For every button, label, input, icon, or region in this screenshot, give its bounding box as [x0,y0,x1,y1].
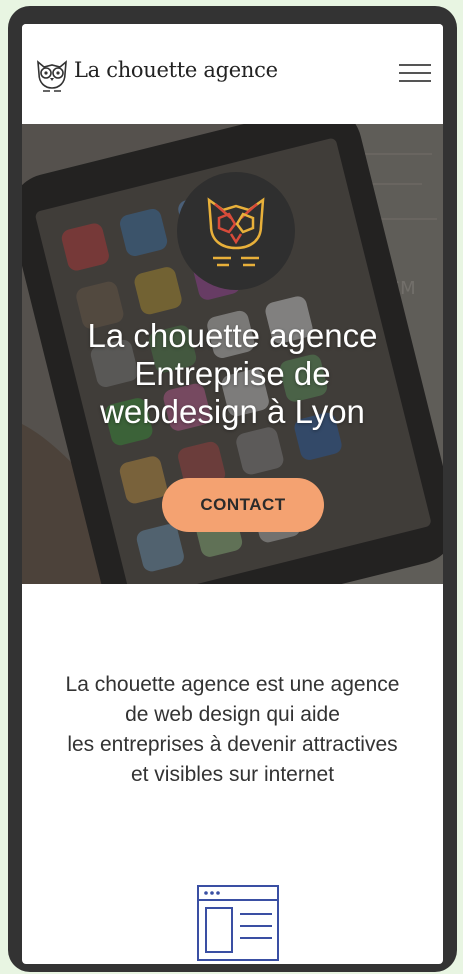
owl-logo-icon[interactable] [34,56,70,96]
menu-bar-middle [399,72,431,74]
menu-bar-bottom [399,80,431,82]
hamburger-menu-icon[interactable] [399,62,431,84]
intro-line-1: La chouette agence est une agence [65,673,400,696]
hero-title-line-1: La chouette agence [87,317,378,354]
screen: La chouette agence SISM [22,24,443,964]
hero-title-line-3: webdesign à Lyon [100,393,365,430]
intro-line-2: de web design qui aide [125,703,340,726]
menu-bar-top [399,64,431,66]
owl-emblem [177,172,295,290]
webpage-layout-icon [197,885,279,961]
hero-title-line-2: Entreprise de [134,355,331,392]
owl-emblem-icon [207,197,265,267]
hero-section: SISM [22,124,443,584]
contact-button[interactable]: CONTACT [162,478,324,532]
site-header: La chouette agence [22,24,443,124]
hero-title: La chouette agence Entreprise de webdesi… [22,317,443,431]
intro-text: La chouette agence est une agence de web… [22,670,443,790]
brand-name[interactable]: La chouette agence [74,58,278,82]
intro-line-3: les entreprises à devenir attractives [67,733,398,756]
phone-frame: La chouette agence SISM [8,6,457,972]
intro-line-4: et visibles sur internet [130,763,335,786]
